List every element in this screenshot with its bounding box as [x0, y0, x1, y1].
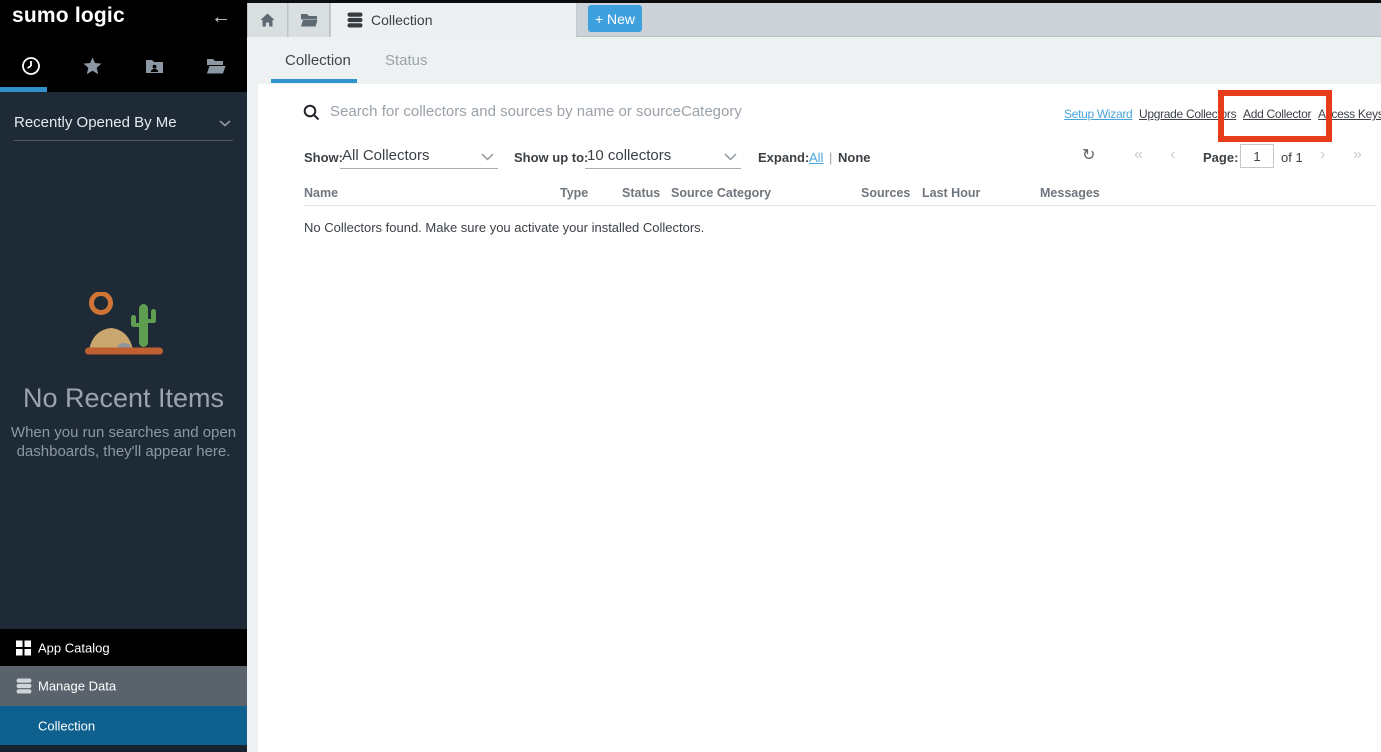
sidebar-nav-icons — [0, 48, 247, 84]
sumo-logic-logo: sumo logic — [12, 4, 125, 28]
column-header-messages: Messages — [1040, 186, 1100, 200]
show-filter-value: All Collectors — [342, 147, 430, 164]
column-header-status: Status — [622, 186, 660, 200]
no-recent-items-description: When you run searches and open dashboard… — [0, 423, 247, 461]
chevron-down-icon — [481, 153, 494, 161]
column-header-source-category: Source Category — [671, 186, 771, 200]
add-collector-link[interactable]: Add Collector — [1243, 107, 1311, 121]
column-header-sources: Sources — [861, 186, 910, 200]
sidebar-bottom-menu: App Catalog Manage Data Collection — [0, 629, 247, 752]
tab-collection[interactable]: Collection — [285, 52, 351, 69]
workspace-tab-bar: Collection + New — [247, 3, 1381, 37]
home-tab[interactable] — [247, 3, 288, 37]
shared-content-tab[interactable] — [124, 48, 186, 84]
sidebar: sumo logic ← — [0, 0, 247, 752]
show-filter-label: Show: — [304, 150, 343, 165]
recent-tab[interactable] — [0, 48, 62, 84]
show-filter-dropdown[interactable]: All Collectors — [340, 143, 498, 169]
first-page-icon[interactable]: « — [1134, 146, 1142, 164]
sidebar-item-manage-data[interactable]: Manage Data — [0, 666, 247, 706]
clock-icon — [21, 56, 41, 76]
column-header-type: Type — [560, 186, 588, 200]
library-tab-button[interactable] — [289, 3, 330, 37]
sidebar-item-app-catalog[interactable]: App Catalog — [0, 629, 247, 666]
shared-folder-icon — [145, 58, 164, 74]
expand-all-link[interactable]: All — [809, 150, 823, 165]
no-collectors-message: No Collectors found. Make sure you activ… — [304, 220, 704, 235]
search-input[interactable] — [330, 98, 890, 124]
sidebar-item-collection[interactable]: Collection — [0, 706, 247, 745]
page-label: Page: — [1203, 150, 1238, 165]
chevron-down-icon — [724, 153, 737, 161]
setup-wizard-link[interactable]: Setup Wizard — [1064, 107, 1132, 121]
no-recent-items-title: No Recent Items — [0, 383, 247, 414]
sidebar-item-label: Manage Data — [38, 679, 116, 694]
last-page-icon[interactable]: » — [1353, 146, 1361, 164]
next-page-icon[interactable]: › — [1320, 146, 1325, 164]
sidebar-active-tab-indicator — [0, 87, 47, 92]
favorites-tab[interactable] — [62, 48, 124, 84]
show-up-to-label: Show up to: — [514, 150, 588, 165]
expand-separator: | — [829, 150, 832, 165]
tab-status[interactable]: Status — [385, 52, 428, 69]
collection-workspace-tab[interactable]: Collection — [330, 3, 577, 38]
previous-page-icon[interactable]: ‹ — [1170, 146, 1175, 164]
collapse-sidebar-icon[interactable]: ← — [211, 6, 231, 29]
library-tab[interactable] — [185, 48, 247, 84]
home-icon — [260, 13, 275, 27]
sidebar-item-label: App Catalog — [38, 640, 110, 655]
search-icon — [303, 104, 320, 121]
show-up-to-dropdown[interactable]: 10 collectors — [585, 143, 741, 169]
database-icon — [347, 12, 363, 28]
expand-none-link[interactable]: None — [838, 150, 871, 165]
recently-opened-label: Recently Opened By Me — [14, 114, 177, 131]
column-header-name: Name — [304, 186, 338, 200]
chevron-down-icon — [219, 120, 231, 127]
column-header-last-hour: Last Hour — [922, 186, 980, 200]
star-icon — [83, 57, 102, 75]
sidebar-item-label: Collection — [38, 718, 95, 733]
page-count-label: of 1 — [1281, 150, 1303, 165]
main-area: Collection + New Collection Status Setup… — [247, 0, 1381, 752]
expand-label: Expand: — [758, 150, 809, 165]
database-icon — [16, 678, 32, 694]
upgrade-collectors-link[interactable]: Upgrade Collectors — [1139, 107, 1236, 121]
desert-empty-state-illustration — [82, 292, 166, 360]
sidebar-header: sumo logic ← — [0, 0, 247, 92]
refresh-icon[interactable]: ↻ — [1082, 145, 1095, 165]
app-window: sumo logic ← — [0, 0, 1381, 752]
access-keys-link[interactable]: Access Keys — [1318, 107, 1381, 121]
open-folder-icon — [206, 58, 226, 74]
sidebar-menu-divider — [0, 745, 247, 752]
page-subtabs: Collection Status — [247, 37, 1381, 84]
folder-icon — [300, 13, 318, 27]
recently-opened-dropdown[interactable]: Recently Opened By Me — [14, 108, 233, 141]
page-number-input[interactable] — [1240, 144, 1274, 168]
collection-panel: Setup Wizard Upgrade Collectors Add Coll… — [258, 84, 1381, 752]
active-tab-underline — [271, 79, 357, 83]
grid-icon — [16, 640, 31, 655]
workspace-tab-label: Collection — [371, 12, 432, 28]
new-tab-button[interactable]: + New — [588, 5, 642, 32]
table-header-divider — [304, 205, 1377, 206]
show-up-to-value: 10 collectors — [587, 147, 671, 164]
